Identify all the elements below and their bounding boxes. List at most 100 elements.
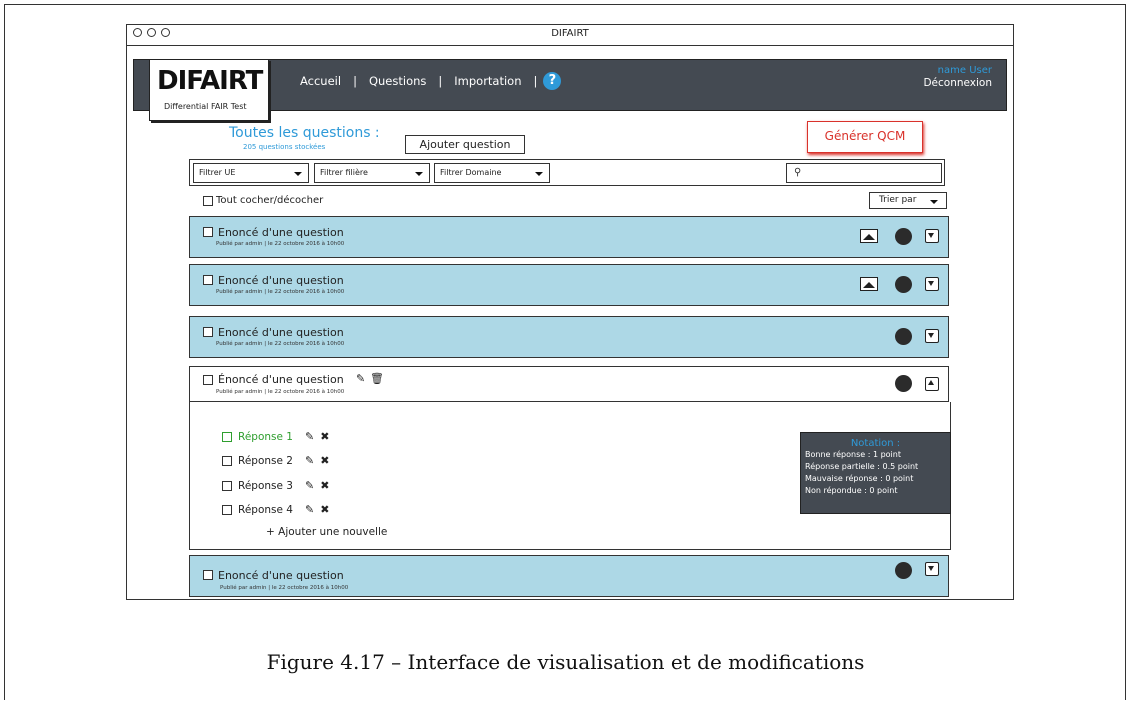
check-all-toggle[interactable]: Tout cocher/décocher	[203, 195, 323, 206]
answers-panel: Réponse 1 ✎ ✖ Réponse 2 ✎ ✖ Réponse 3 ✎ …	[189, 402, 951, 550]
answer-checkbox[interactable]	[222, 504, 232, 515]
window-titlebar: DIFAIRT	[127, 25, 1013, 46]
status-dot-icon	[895, 562, 912, 579]
answer-item[interactable]: Réponse 4 ✎ ✖	[222, 503, 329, 516]
notation-line: Bonne réponse : 1 point	[805, 450, 901, 459]
nav-questions[interactable]: Questions	[359, 74, 436, 88]
question-text: Enoncé d'une question	[218, 226, 344, 239]
chevron-down-icon	[535, 172, 543, 176]
expand-icon[interactable]	[925, 277, 939, 291]
question-checkbox[interactable]	[203, 275, 213, 285]
answer-item[interactable]: Réponse 3 ✎ ✖	[222, 479, 329, 492]
edit-icon[interactable]: ✎	[305, 503, 314, 516]
add-question-button[interactable]: Ajouter question	[405, 135, 525, 154]
sort-dropdown[interactable]: Trier par	[869, 192, 947, 209]
edit-icon[interactable]: ✎	[356, 372, 365, 385]
question-meta: Publié par admin | le 22 octobre 2016 à …	[216, 241, 345, 247]
logout-link[interactable]: Déconnexion	[923, 77, 992, 89]
question-text: Enoncé d'une question	[218, 274, 344, 287]
logo-subtitle: Differential FAIR Test	[164, 102, 247, 111]
collapse-icon[interactable]	[925, 377, 939, 391]
notation-line: Réponse partielle : 0.5 point	[805, 462, 919, 471]
nav-separator: |	[353, 74, 357, 88]
image-icon[interactable]	[860, 229, 878, 243]
question-text: Enoncé d'une question	[218, 326, 344, 339]
question-meta: Publié par admin | le 22 octobre 2016 à …	[216, 389, 345, 395]
question-meta: Publié par admin | le 22 octobre 2016 à …	[220, 585, 349, 591]
edit-icon[interactable]: ✎	[305, 430, 314, 443]
answer-checkbox[interactable]	[222, 431, 232, 442]
help-icon[interactable]: ?	[543, 72, 562, 90]
nav-separator: |	[438, 74, 443, 88]
filter-ue-select[interactable]: Filtrer UE	[193, 163, 309, 183]
answer-item[interactable]: Réponse 2 ✎ ✖	[222, 454, 329, 467]
question-meta: Publié par admin | le 22 octobre 2016 à …	[216, 289, 345, 295]
status-dot-icon	[895, 228, 912, 245]
notation-line: Mauvaise réponse : 0 point	[805, 474, 914, 483]
delete-icon[interactable]: ✖	[320, 430, 329, 443]
question-row[interactable]: Enoncé d'une question Publié par admin |…	[189, 264, 949, 306]
image-icon[interactable]	[860, 277, 878, 291]
main-nav: Accueil | Questions | Importation | ?	[290, 72, 562, 90]
question-checkbox[interactable]	[203, 327, 213, 337]
generate-qcm-button[interactable]: Générer QCM	[807, 121, 923, 153]
question-checkbox[interactable]	[203, 227, 213, 237]
answer-checkbox[interactable]	[222, 480, 232, 491]
edit-icon[interactable]: ✎	[305, 479, 314, 492]
delete-icon[interactable]: ✖	[320, 503, 329, 516]
question-checkbox[interactable]	[203, 570, 213, 580]
status-dot-icon	[895, 276, 912, 293]
filter-domaine-select[interactable]: Filtrer Domaine	[434, 163, 550, 183]
question-checkbox[interactable]	[203, 375, 213, 385]
filter-bar: Filtrer UE Filtrer filière Filtrer Domai…	[189, 159, 945, 186]
filter-filiere-label: Filtrer filière	[320, 168, 368, 177]
nav-separator: |	[533, 74, 538, 88]
delete-icon[interactable]: ✖	[320, 454, 329, 467]
nav-importation[interactable]: Importation	[444, 74, 531, 88]
user-name: name User	[937, 65, 992, 76]
logo-text: DIFAIRT	[157, 66, 263, 96]
question-row[interactable]: Enoncé d'une question Publié par admin |…	[189, 555, 949, 597]
notation-panel: Notation : Bonne réponse : 1 point Répon…	[800, 432, 951, 514]
check-all-checkbox[interactable]	[203, 195, 213, 206]
nav-accueil[interactable]: Accueil	[290, 74, 351, 88]
notation-title: Notation :	[850, 438, 901, 449]
answer-label: Réponse 3	[238, 479, 293, 492]
question-meta: Publié par admin | le 22 octobre 2016 à …	[216, 341, 345, 347]
answer-item[interactable]: Réponse 1 ✎ ✖	[222, 430, 329, 443]
chevron-down-icon	[415, 172, 423, 176]
search-icon: ⚲	[794, 167, 802, 178]
expand-icon[interactable]	[925, 562, 939, 576]
logo[interactable]: DIFAIRT Differential FAIR Test	[149, 59, 269, 121]
filter-domaine-label: Filtrer Domaine	[440, 168, 502, 177]
edit-icon[interactable]: ✎	[305, 454, 314, 467]
add-answer-link[interactable]: + Ajouter une nouvelle	[266, 526, 387, 538]
chevron-down-icon	[294, 172, 302, 176]
expand-icon[interactable]	[925, 329, 939, 343]
page-title: Toutes les questions :	[229, 125, 380, 141]
question-row-expanded[interactable]: Énoncé d'une question ✎ 🗑 Publié par adm…	[189, 366, 949, 402]
question-text: Énoncé d'une question	[218, 373, 344, 386]
browser-window: DIFAIRT Accueil | Questions | Importatio…	[126, 24, 1014, 600]
window-title: DIFAIRT	[551, 28, 589, 39]
question-count: 205 questions stockées	[243, 143, 326, 151]
notation-line: Non répondue : 0 point	[805, 486, 898, 495]
question-row[interactable]: Enoncé d'une question Publié par admin |…	[189, 216, 949, 258]
chevron-down-icon	[930, 200, 938, 204]
question-text: Enoncé d'une question	[218, 569, 344, 582]
search-input[interactable]: ⚲	[786, 163, 942, 183]
status-dot-icon	[895, 375, 912, 392]
expand-icon[interactable]	[925, 229, 939, 243]
filter-ue-label: Filtrer UE	[199, 168, 236, 177]
status-dot-icon	[895, 328, 912, 345]
question-row[interactable]: Enoncé d'une question Publié par admin |…	[189, 316, 949, 358]
filter-filiere-select[interactable]: Filtrer filière	[314, 163, 430, 183]
sort-label: Trier par	[879, 195, 917, 205]
answer-checkbox[interactable]	[222, 455, 232, 466]
figure-caption: Figure 4.17 – Interface de visualisation…	[266, 650, 865, 674]
answer-label: Réponse 1	[238, 430, 293, 443]
trash-icon[interactable]: 🗑	[370, 372, 384, 385]
check-all-label: Tout cocher/décocher	[216, 195, 324, 206]
delete-icon[interactable]: ✖	[320, 479, 329, 492]
answer-label: Réponse 2	[238, 454, 293, 467]
